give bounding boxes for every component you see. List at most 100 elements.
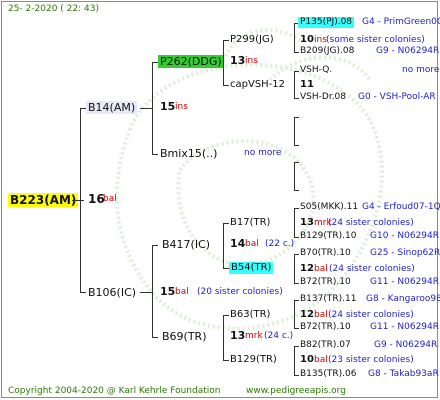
footer-url[interactable]: www.pedigreeapis.org xyxy=(246,387,346,396)
connector xyxy=(152,62,153,154)
connector xyxy=(294,23,295,52)
g4-extra-6: G25 - Sinop62R xyxy=(370,248,440,258)
g3-c-note: (24 sister colonies) xyxy=(328,218,414,228)
connector xyxy=(294,346,299,347)
root-queen[interactable]: B223(AM) xyxy=(8,193,79,207)
connector xyxy=(294,71,299,72)
connector xyxy=(223,223,224,269)
g3-a-num: 10 xyxy=(300,34,314,45)
connector xyxy=(294,98,299,99)
connector xyxy=(223,85,229,86)
g2-c-num: 14 xyxy=(230,237,246,250)
g4-extra-10: G9 - N06294R xyxy=(374,340,438,350)
g3-f-tag: bal xyxy=(314,355,328,365)
g2-d-note: (24 c.) xyxy=(264,331,294,341)
g4-extra-0: G4 - PrimGreen00 xyxy=(362,17,440,27)
g4-extra-2: no more xyxy=(402,65,440,75)
g2-b-queen[interactable]: Bmix15(..) xyxy=(158,147,219,160)
g2-a-num: 13 xyxy=(230,54,246,67)
connector xyxy=(294,145,299,146)
g3-b-num: 11 xyxy=(300,79,314,90)
connector xyxy=(72,200,84,201)
g3-c-num: 13 xyxy=(300,217,314,228)
connector xyxy=(223,315,229,316)
g4-queen-9[interactable]: B72(TR).10 xyxy=(300,323,351,332)
connector xyxy=(223,315,224,361)
connector xyxy=(294,71,295,99)
connector xyxy=(294,300,295,328)
connector xyxy=(152,245,153,337)
g3-f-queen[interactable]: B129(TR) xyxy=(230,355,277,365)
connector xyxy=(140,108,152,109)
connector xyxy=(294,162,299,163)
g4-extra-9: G11 - N06294R xyxy=(370,322,440,332)
g1-lower-num: 15 xyxy=(160,285,176,298)
g1-upper-tag: ins xyxy=(175,102,188,112)
g3-e-tag: bal xyxy=(314,310,328,320)
connector xyxy=(223,223,229,224)
g4-queen-8[interactable]: B137(TR).11 xyxy=(300,295,356,304)
footer-copyright: Copyright 2004-2020 @ Karl Kehrle Founda… xyxy=(8,386,221,396)
connector xyxy=(294,328,299,329)
connector xyxy=(294,283,299,284)
connector xyxy=(294,117,299,118)
g4-extra-7: G11 - N06294R xyxy=(370,277,440,287)
g3-f-num: 10 xyxy=(300,354,314,365)
connector xyxy=(294,208,295,237)
g3-a-queen[interactable]: P299(JG) xyxy=(230,35,274,45)
connector xyxy=(140,292,152,293)
connector xyxy=(294,52,299,53)
g4-queen-7[interactable]: B72(TR).10 xyxy=(300,278,351,287)
g3-c-queen[interactable]: B17(TR) xyxy=(230,218,270,228)
g4-extra-11: G8 - Takab93aR xyxy=(368,369,439,379)
g2-c-tag: bal xyxy=(245,239,259,249)
connector xyxy=(294,190,299,191)
connector xyxy=(294,254,295,283)
g3-e-note: (24 sister colonies) xyxy=(328,310,414,320)
g2-d-num: 13 xyxy=(230,329,246,342)
g2-a-queen[interactable]: P262(DDG) xyxy=(158,55,224,68)
g2-a-tag: ins xyxy=(245,56,258,66)
g3-d-tag: bal xyxy=(314,264,328,274)
g3-a-tag: ins xyxy=(314,35,327,45)
connector xyxy=(80,108,81,293)
g1-lower-queen[interactable]: B106(IC) xyxy=(86,286,138,299)
g4-queen-0[interactable]: P135(PJ).08 xyxy=(298,17,355,28)
g1-lower-note: (20 sister colonies) xyxy=(197,287,283,297)
g4-queen-2[interactable]: VSH-Q. xyxy=(300,66,332,75)
connector xyxy=(294,300,299,301)
connector xyxy=(152,337,158,338)
g4-queen-5[interactable]: B129(TR).10 xyxy=(300,232,356,241)
g4-queen-3[interactable]: VSH-Dr.08 xyxy=(300,93,346,102)
connector xyxy=(294,254,299,255)
g4-extra-4: G4 - Erfoud07-1Q xyxy=(362,202,440,212)
g4-queen-4[interactable]: S05(MKK).11 xyxy=(300,203,358,212)
g1-upper-queen[interactable]: B14(AM) xyxy=(86,101,138,114)
connector xyxy=(294,375,299,376)
connector xyxy=(294,162,295,190)
g4-queen-10[interactable]: B82(TR).07 xyxy=(300,341,351,350)
g4-extra-1: G9 - N06294R xyxy=(376,46,440,56)
g4-queen-1[interactable]: B209(JG).08 xyxy=(300,47,354,56)
g3-b-queen[interactable]: capVSH-12 xyxy=(230,80,285,90)
g3-f-note: (23 sister colonies) xyxy=(328,355,414,365)
g4-queen-6[interactable]: B70(TR).10 xyxy=(300,249,351,258)
g4-extra-8: G8 - Kangaroo98R xyxy=(366,294,440,304)
connector xyxy=(294,208,299,209)
g4-extra-3: G0 - VSH-Pool-AR xyxy=(358,92,436,102)
root-tag: bal xyxy=(103,194,117,204)
g3-e-queen[interactable]: B63(TR) xyxy=(230,310,270,320)
g2-d-tag: mrk xyxy=(245,331,263,341)
g2-c-queen[interactable]: B417(IC) xyxy=(160,238,212,251)
g1-upper-num: 15 xyxy=(160,100,176,113)
g2-d-queen[interactable]: B69(TR) xyxy=(160,330,209,343)
g2-c-note: (22 c.) xyxy=(265,239,295,249)
g3-d-note: (24 sister colonies) xyxy=(329,264,415,274)
g4-queen-11[interactable]: B135(TR).06 xyxy=(300,370,356,379)
connector xyxy=(294,237,299,238)
connector xyxy=(223,40,224,86)
g4-extra-5: G10 - N06294R xyxy=(370,231,440,241)
g3-d-queen[interactable]: B54(TR) xyxy=(229,262,274,274)
g3-e-num: 12 xyxy=(300,309,314,320)
g3-a-note: (some sister colonies) xyxy=(326,35,425,45)
